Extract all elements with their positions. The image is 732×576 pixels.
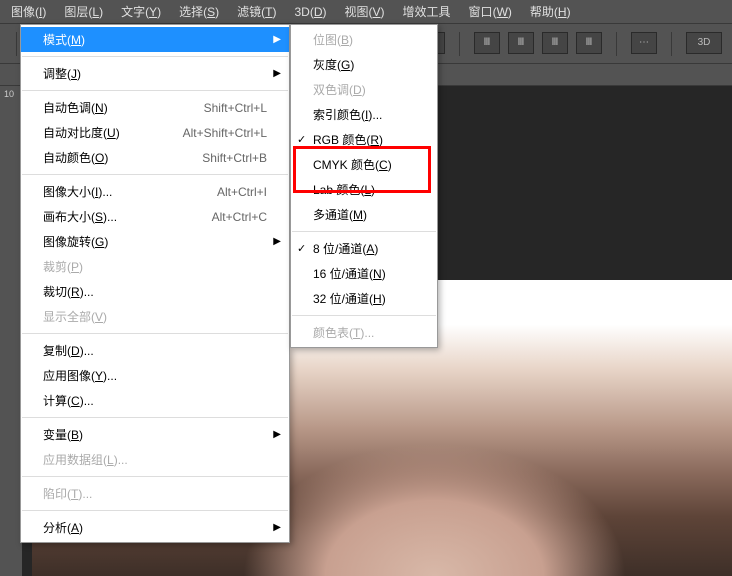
toolbar-separator: [16, 32, 17, 56]
menubar: 图像(I) 图层(L) 文字(Y) 选择(S) 滤镜(T) 3D(D) 视图(V…: [0, 0, 732, 24]
menu-item-32bit[interactable]: 32 位/通道(H): [291, 286, 437, 311]
menu-item-cmyk[interactable]: CMYK 颜色(C): [291, 152, 437, 177]
menu-item-analysis[interactable]: 分析(A)▶: [21, 515, 289, 540]
menu-item-lab[interactable]: Lab 颜色(L): [291, 177, 437, 202]
mode-submenu: 位图(B) 灰度(G) 双色调(D) 索引颜色(I)... ✓RGB 颜色(R)…: [290, 24, 438, 348]
menu-3d[interactable]: 3D(D): [285, 1, 335, 23]
menu-item-auto-color[interactable]: 自动颜色(O)Shift+Ctrl+B: [21, 145, 289, 170]
chevron-right-icon: ▶: [273, 429, 281, 440]
menu-item-reveal-all: 显示全部(V): [21, 304, 289, 329]
menu-item-indexed[interactable]: 索引颜色(I)...: [291, 102, 437, 127]
toolbar-separator: [616, 32, 617, 56]
menu-separator: [22, 90, 288, 91]
menu-item-rotation[interactable]: 图像旋转(G)▶: [21, 229, 289, 254]
distribute-top-icon[interactable]: Ⅲ: [474, 32, 500, 54]
image-dropdown-menu: 模式(M)▶ 调整(J)▶ 自动色调(N)Shift+Ctrl+L 自动对比度(…: [20, 24, 290, 543]
menu-item-mode[interactable]: 模式(M)▶: [21, 27, 289, 52]
chevron-right-icon: ▶: [273, 236, 281, 247]
menu-separator: [22, 333, 288, 334]
menu-item-image-size[interactable]: 图像大小(I)...Alt+Ctrl+I: [21, 179, 289, 204]
check-icon: ✓: [297, 133, 306, 146]
menu-item-apply-dataset: 应用数据组(L)...: [21, 447, 289, 472]
menu-help[interactable]: 帮助(H): [521, 0, 580, 24]
menu-filter[interactable]: 滤镜(T): [228, 0, 285, 24]
chevron-right-icon: ▶: [273, 522, 281, 533]
3d-mode-button[interactable]: 3D: [686, 32, 722, 54]
toolbar-separator: [459, 32, 460, 56]
chevron-right-icon: ▶: [273, 68, 281, 79]
menu-item-grayscale[interactable]: 灰度(G): [291, 52, 437, 77]
image-content: [242, 443, 627, 576]
check-icon: ✓: [297, 242, 306, 255]
menu-item-canvas-size[interactable]: 画布大小(S)...Alt+Ctrl+C: [21, 204, 289, 229]
menu-separator: [22, 174, 288, 175]
menu-item-duotone: 双色调(D): [291, 77, 437, 102]
menu-item-duplicate[interactable]: 复制(D)...: [21, 338, 289, 363]
menu-item-color-table: 颜色表(T)...: [291, 320, 437, 345]
menu-item-auto-tone[interactable]: 自动色调(N)Shift+Ctrl+L: [21, 95, 289, 120]
menu-item-trim[interactable]: 裁切(R)...: [21, 279, 289, 304]
menu-item-apply-image[interactable]: 应用图像(Y)...: [21, 363, 289, 388]
menu-item-multichannel[interactable]: 多通道(M): [291, 202, 437, 227]
menu-plugins[interactable]: 增效工具: [394, 0, 460, 24]
menu-separator: [292, 231, 436, 232]
menu-item-8bit[interactable]: ✓8 位/通道(A): [291, 236, 437, 261]
menu-separator: [22, 476, 288, 477]
menu-separator: [22, 510, 288, 511]
menu-item-16bit[interactable]: 16 位/通道(N): [291, 261, 437, 286]
menu-text[interactable]: 文字(Y): [112, 0, 170, 24]
menu-image[interactable]: 图像(I): [2, 0, 55, 24]
distribute-bottom-icon[interactable]: Ⅲ: [542, 32, 568, 54]
menu-item-bitmap: 位图(B): [291, 27, 437, 52]
distribute-left-icon[interactable]: Ⅲ: [576, 32, 602, 54]
menu-window[interactable]: 窗口(W): [460, 0, 521, 24]
ruler-value: 10: [4, 89, 14, 99]
menu-item-calculations[interactable]: 计算(C)...: [21, 388, 289, 413]
menu-select[interactable]: 选择(S): [170, 0, 228, 24]
distribute-middle-icon[interactable]: Ⅲ: [508, 32, 534, 54]
chevron-right-icon: ▶: [273, 34, 281, 45]
menu-item-auto-contrast[interactable]: 自动对比度(U)Alt+Shift+Ctrl+L: [21, 120, 289, 145]
menu-separator: [22, 56, 288, 57]
more-icon[interactable]: ⋯: [631, 32, 657, 54]
menu-item-rgb[interactable]: ✓RGB 颜色(R): [291, 127, 437, 152]
toolbar-separator: [671, 32, 672, 56]
menu-item-crop: 裁剪(P): [21, 254, 289, 279]
menu-view[interactable]: 视图(V): [336, 0, 394, 24]
menu-separator: [292, 315, 436, 316]
menu-item-trap: 陷印(T)...: [21, 481, 289, 506]
menu-item-adjustments[interactable]: 调整(J)▶: [21, 61, 289, 86]
menu-item-variables[interactable]: 变量(B)▶: [21, 422, 289, 447]
menu-separator: [22, 417, 288, 418]
menu-layer[interactable]: 图层(L): [55, 0, 112, 24]
